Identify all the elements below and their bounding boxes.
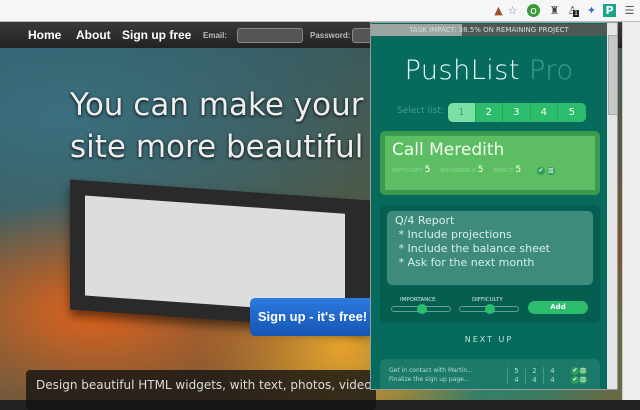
check-icon[interactable]: ✔: [536, 167, 545, 175]
trash-icon[interactable]: ▥: [579, 366, 587, 375]
next-task-name: Get in contact with Martin...: [389, 367, 473, 374]
difficulty-value: 5: [424, 165, 431, 175]
list-tab-1[interactable]: 1: [448, 103, 476, 122]
list-tab-4[interactable]: 4: [530, 103, 558, 122]
check-icon[interactable]: ✔: [571, 375, 579, 384]
green-extension-icon[interactable]: o: [527, 4, 540, 17]
next-task-difficulty: 4: [507, 375, 525, 384]
nav-home[interactable]: Home: [28, 28, 61, 42]
pushlist-icon[interactable]: P: [603, 4, 616, 17]
list-item: Finalize the sign up page... 4 4 4 ✔ ▥: [389, 375, 591, 384]
next-task-difficulty: 5: [507, 366, 525, 375]
new-task-form: Q/4 Report * Include projections * Inclu…: [380, 205, 600, 323]
next-task-impact: 4: [543, 375, 561, 384]
list-selector: 1 2 3 4 5: [448, 103, 586, 122]
importance-label: IMPORTANCE: [440, 168, 476, 174]
pin-icon[interactable]: ♜: [548, 4, 561, 17]
importance-slider-label: IMPORTANCE: [400, 297, 436, 303]
page-scrollbar[interactable]: [622, 22, 640, 400]
check-icon[interactable]: ✔: [571, 366, 579, 375]
difficulty-slider[interactable]: [459, 304, 519, 314]
difficulty-slider-knob[interactable]: [485, 304, 495, 314]
task-textarea[interactable]: Q/4 Report * Include projections * Inclu…: [387, 211, 593, 285]
difficulty-slider-label: DIFFICULTY: [472, 297, 503, 303]
trash-icon[interactable]: ▥: [579, 375, 587, 384]
browser-toolbar: ▲ ☆ o ♜ ♙1 ✦ P ☰: [0, 0, 640, 22]
puzzle-icon[interactable]: ✦: [585, 4, 598, 17]
extension-badge: 1: [573, 10, 579, 17]
arrow-icon[interactable]: ▲: [492, 4, 505, 17]
next-task-name: Finalize the sign up page...: [389, 376, 470, 383]
app-title: PushList Pro: [371, 55, 607, 86]
next-up-heading: NEXT UP: [464, 335, 514, 344]
impact-value: 5: [515, 165, 522, 175]
nav-signup[interactable]: Sign up free: [122, 28, 191, 42]
hero-line-2: site more beautiful: [70, 129, 364, 165]
hero-line-1: You can make your: [70, 87, 364, 123]
task-title: Call Meredith: [392, 140, 505, 160]
description: Design beautiful HTML widgets, with text…: [26, 370, 376, 410]
star-icon[interactable]: ☆: [506, 4, 519, 17]
add-button[interactable]: Add: [528, 301, 588, 314]
impact-label: IMPACT: [493, 168, 514, 174]
email-input[interactable]: [237, 28, 303, 43]
pushlist-popup: TASK IMPACT: 38.5% ON REMAINING PROJECT …: [370, 22, 618, 390]
importance-slider[interactable]: [391, 304, 451, 314]
title-main: PushList: [404, 55, 520, 86]
signup-button[interactable]: Sign up - it's free!: [250, 298, 375, 336]
list-tab-3[interactable]: 3: [503, 103, 531, 122]
list-tab-5[interactable]: 5: [558, 103, 586, 122]
current-task-card: Call Meredith DIFFICULTY 5 IMPORTANCE 5 IM…: [380, 131, 600, 195]
scroll-thumb[interactable]: [608, 35, 617, 115]
impact-text: TASK IMPACT: 38.5% ON REMAINING PROJECT: [409, 26, 569, 34]
trash-icon[interactable]: ▥: [546, 167, 555, 175]
importance-value: 5: [477, 165, 484, 175]
badge-extension-icon[interactable]: ♙1: [566, 4, 579, 17]
difficulty-label: DIFFICULTY: [392, 168, 423, 174]
nav-about[interactable]: About: [76, 28, 111, 42]
password-label: Password:: [310, 31, 351, 40]
title-suffix: Pro: [529, 55, 574, 86]
popup-scrollbar[interactable]: [607, 23, 617, 389]
next-task-impact: 4: [543, 366, 561, 375]
next-up-list: Get in contact with Martin... 5 2 4 ✔ ▥ F…: [380, 359, 600, 389]
list-item: Get in contact with Martin... 5 2 4 ✔ ▥: [389, 366, 591, 375]
next-task-importance: 4: [525, 375, 543, 384]
menu-icon[interactable]: ☰: [623, 4, 636, 17]
task-impact-bar: TASK IMPACT: 38.5% ON REMAINING PROJECT: [371, 24, 607, 36]
select-list-label: Select list:: [397, 106, 444, 116]
list-tab-2[interactable]: 2: [475, 103, 503, 122]
importance-slider-knob[interactable]: [417, 304, 427, 314]
email-label: Email:: [203, 31, 228, 40]
next-task-importance: 2: [525, 366, 543, 375]
hero-heading: You can make your site more beautiful: [70, 84, 364, 168]
